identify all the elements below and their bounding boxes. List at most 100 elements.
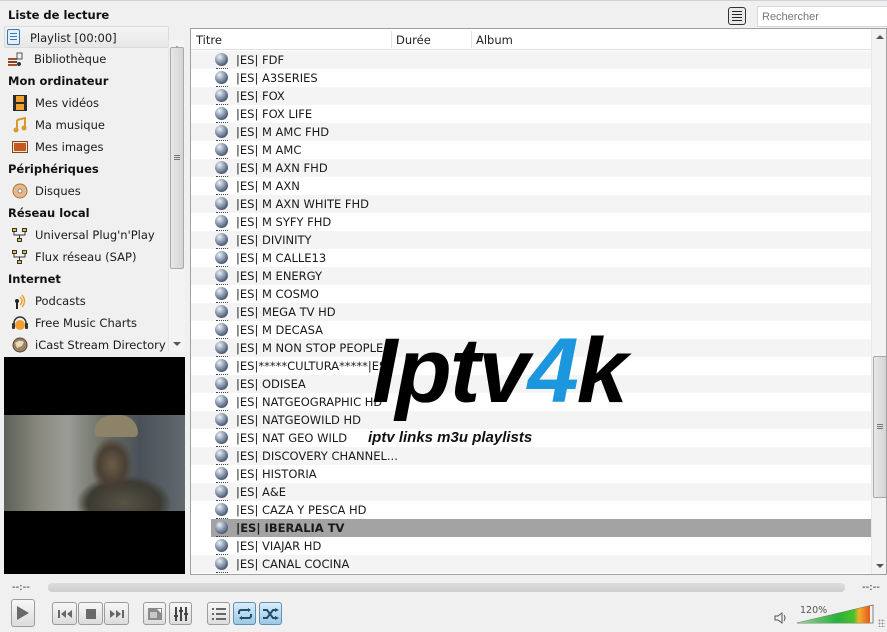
- play-button[interactable]: [11, 599, 35, 627]
- playlist-row[interactable]: |ES| DIVINITY: [191, 231, 871, 249]
- playlist-row[interactable]: |ES| DISCOVERY CHANNEL...: [191, 447, 871, 465]
- sidebar-item-universal-plug-n-play[interactable]: Universal Plug'n'Play: [4, 224, 169, 246]
- scroll-down-icon[interactable]: [173, 342, 181, 346]
- scrollbar-thumb[interactable]: [170, 47, 184, 269]
- network-stream-icon: [215, 377, 228, 393]
- playlist-row[interactable]: |ES| HISTORIA: [191, 465, 871, 483]
- row-title: |ES| NATGEOWILD HD: [236, 413, 361, 427]
- network-stream-icon: [215, 71, 228, 87]
- playlist-row[interactable]: |ES| M NON STOP PEOPLE: [191, 339, 871, 357]
- sidebar-item-flux-reseau-sap[interactable]: Flux réseau (SAP): [4, 246, 169, 268]
- playlist-row[interactable]: |ES| CANAL COCINA: [191, 555, 871, 573]
- next-button[interactable]: [104, 602, 129, 625]
- equalizer-icon: [173, 606, 188, 621]
- speaker-icon[interactable]: [774, 611, 788, 625]
- playlist-row[interactable]: |ES| A3SERIES: [191, 69, 871, 87]
- playlist-row[interactable]: |ES| M CALLE13: [191, 249, 871, 267]
- network-stream-icon: [215, 341, 228, 357]
- playlist-row[interactable]: |ES| FOX LIFE: [191, 105, 871, 123]
- sidebar-scrollbar[interactable]: [168, 40, 185, 352]
- row-title: |ES| ODISEA: [236, 377, 306, 391]
- playlist-row[interactable]: |ES| FDF: [191, 51, 871, 69]
- scroll-up-icon[interactable]: [876, 35, 884, 39]
- toggle-playlist-button[interactable]: [207, 602, 230, 625]
- playlist-row[interactable]: |ES| M COSMO: [191, 285, 871, 303]
- sidebar-item-label: Universal Plug'n'Play: [35, 228, 155, 242]
- sidebar-item-icast-stream-directory[interactable]: iCast Stream Directory: [4, 334, 169, 356]
- sidebar-item-bibliotheque[interactable]: Bibliothèque: [4, 48, 169, 70]
- playlist-row[interactable]: |ES| NATGEOGRAPHIC HD: [191, 393, 871, 411]
- previous-button[interactable]: [52, 602, 77, 625]
- playlist-row[interactable]: |ES| ODISEA: [191, 375, 871, 393]
- music-note-icon: [12, 116, 28, 133]
- next-icon: [109, 609, 124, 618]
- playlist-row[interactable]: |ES| FOX: [191, 87, 871, 105]
- scroll-down-icon[interactable]: [876, 564, 884, 568]
- playlist-row[interactable]: |ES| MEGA TV HD: [191, 303, 871, 321]
- podcast-icon: [12, 293, 28, 309]
- row-title: |ES| MEGA TV HD: [236, 305, 336, 319]
- column-duration[interactable]: Durée: [396, 33, 431, 47]
- sidebar-item-mes-videos[interactable]: Mes vidéos: [4, 92, 169, 114]
- sidebar-item-podcasts[interactable]: Podcasts: [4, 290, 169, 312]
- play-icon: [17, 606, 29, 620]
- row-title: |ES|*****CULTURA*****|ES|: [236, 359, 391, 373]
- shuffle-button[interactable]: [259, 602, 282, 625]
- playlist-row[interactable]: |ES|*****CULTURA*****|ES|: [191, 357, 871, 375]
- network-stream-icon: [215, 539, 228, 555]
- playlist-row[interactable]: |ES| VIAJAR HD: [191, 537, 871, 555]
- shuffle-icon: [262, 607, 279, 620]
- network-stream-icon: [215, 179, 228, 195]
- playlist-row[interactable]: |ES| A&E: [191, 483, 871, 501]
- seek-slider[interactable]: [48, 583, 845, 592]
- playlist-row[interactable]: |ES| M AMC FHD: [191, 123, 871, 141]
- extended-settings-button[interactable]: [169, 602, 192, 625]
- playlist-row[interactable]: |ES| NATGEOWILD HD: [191, 411, 871, 429]
- network-stream-icon: [215, 269, 228, 285]
- playlist-row[interactable]: |ES| M SYFY FHD: [191, 213, 871, 231]
- row-title: |ES| VIAJAR HD: [236, 539, 322, 553]
- playlist-row[interactable]: |ES| M ENERGY: [191, 267, 871, 285]
- resize-grip[interactable]: [878, 619, 885, 627]
- sidebar-item-playlist-00-00[interactable]: Playlist [00:00]: [4, 26, 169, 48]
- sidebar-item-label: Flux réseau (SAP): [35, 250, 137, 264]
- sidebar-category: Réseau local: [8, 206, 90, 220]
- column-album[interactable]: Album: [476, 33, 513, 47]
- column-separator[interactable]: [391, 31, 392, 48]
- playlist-row[interactable]: |ES| NAT GEO WILD: [191, 429, 871, 447]
- playlist-row[interactable]: |ES| M AMC: [191, 141, 871, 159]
- playlist-row[interactable]: |ES| M DECASA: [191, 321, 871, 339]
- video-preview[interactable]: [4, 357, 185, 574]
- playlist-row[interactable]: |ES| M AXN FHD: [191, 159, 871, 177]
- scrollbar-thumb[interactable]: [873, 356, 886, 498]
- library-icon: [8, 51, 24, 67]
- sidebar-item-free-music-charts[interactable]: Free Music Charts: [4, 312, 169, 334]
- stop-icon: [85, 608, 96, 619]
- sidebar-item-ma-musique[interactable]: Ma musique: [4, 114, 169, 136]
- row-title: |ES| NAT GEO WILD: [236, 431, 348, 445]
- playlist-row[interactable]: |ES| M AXN: [191, 177, 871, 195]
- column-separator[interactable]: [471, 31, 472, 48]
- playlist-row[interactable]: |ES| CAZA Y PESCA HD: [191, 501, 871, 519]
- network-stream-icon: [215, 557, 228, 573]
- playlist-scrollbar[interactable]: [871, 29, 886, 574]
- fullscreen-button[interactable]: [143, 602, 166, 625]
- picture-icon: [12, 139, 28, 155]
- sidebar-list: Playlist [00:00] Bibliothèque Mon ordinate…: [4, 26, 169, 356]
- row-title: |ES| FOX LIFE: [236, 107, 313, 121]
- row-title: |ES| FOX: [236, 89, 285, 103]
- playlist-row[interactable]: |ES| M AXN WHITE FHD: [191, 195, 871, 213]
- playlist-row-active[interactable]: |ES| IBERALIA TV: [211, 519, 871, 537]
- sidebar-item-mes-images[interactable]: Mes images: [4, 136, 169, 158]
- stop-button[interactable]: [78, 602, 103, 625]
- sidebar-item-label: Free Music Charts: [35, 316, 138, 330]
- search-input[interactable]: [757, 6, 887, 27]
- column-title[interactable]: Titre: [196, 33, 222, 47]
- playlist-view-toggle-button[interactable]: [728, 7, 746, 25]
- row-title: |ES| M AMC: [236, 143, 302, 157]
- sidebar-item-disques[interactable]: Disques: [4, 180, 169, 202]
- row-title: |ES| DISCOVERY CHANNEL...: [236, 449, 398, 463]
- loop-button[interactable]: [233, 602, 256, 625]
- sidebar-item-label: Ma musique: [35, 118, 105, 132]
- volume-slider[interactable]: [796, 604, 874, 624]
